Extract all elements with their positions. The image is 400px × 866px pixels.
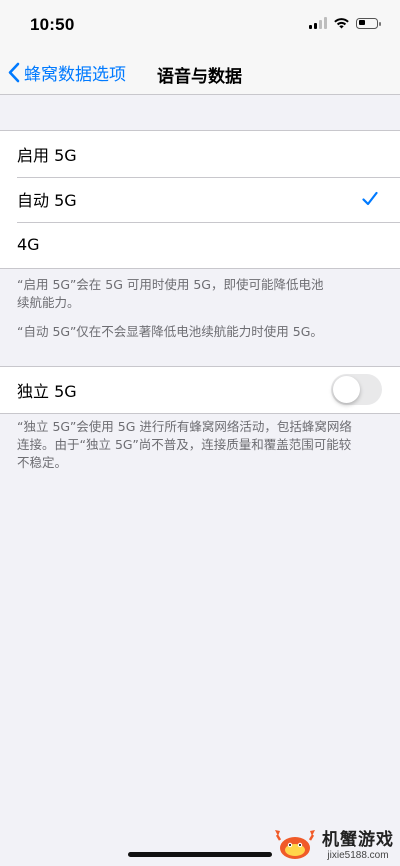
watermark: 机蟹游戏 jixie5188.com xyxy=(272,824,394,862)
page-title: 语音与数据 xyxy=(157,67,242,87)
description-line: 续航能力。 xyxy=(17,295,80,310)
battery-icon xyxy=(356,17,381,29)
standalone-5g-toggle[interactable] xyxy=(331,374,382,405)
description-line: “启用 5G”会在 5G 可用时使用 5G，即使可能降低电池 xyxy=(17,277,324,292)
network-mode-group: 启用 5G 自动 5G 4G xyxy=(0,130,400,269)
description-line: 连接。由于“独立 5G”尚不普及，连接质量和覆盖范围可能较 xyxy=(17,437,352,452)
standalone-5g-description: “独立 5G”会使用 5G 进行所有蜂窝网络活动，包括蜂窝网络 连接。由于“独立… xyxy=(17,418,377,472)
watermark-text: 机蟹游戏 jixie5188.com xyxy=(322,825,394,861)
option-4g[interactable]: 4G xyxy=(0,222,400,268)
option-auto-5g[interactable]: 自动 5G xyxy=(0,176,400,223)
home-indicator xyxy=(128,852,272,857)
description-line: “独立 5G”会使用 5G 进行所有蜂窝网络活动，包括蜂窝网络 xyxy=(17,419,352,434)
wifi-icon xyxy=(334,18,349,29)
status-bar: 10:50 xyxy=(0,0,400,50)
chevron-left-icon xyxy=(8,62,20,82)
status-time: 10:50 xyxy=(30,15,75,34)
watermark-title: 机蟹游戏 xyxy=(322,830,394,850)
standalone-5g-group: 独立 5G xyxy=(0,366,400,414)
option-enable-5g[interactable]: 启用 5G xyxy=(0,131,400,177)
standalone-5g-label: 独立 5G xyxy=(17,381,77,401)
back-button[interactable]: 蜂窝数据选项 xyxy=(8,57,126,87)
cellular-signal-icon xyxy=(309,17,327,29)
option-label: 4G xyxy=(17,235,40,255)
crab-logo-icon xyxy=(275,830,315,859)
back-button-label: 蜂窝数据选项 xyxy=(24,64,126,85)
description-line: 不稳定。 xyxy=(17,455,68,470)
description-line: “自动 5G”仅在不会显著降低电池续航能力时使用 5G。 xyxy=(17,324,323,339)
status-icons xyxy=(309,17,381,29)
navigation-bar: 蜂窝数据选项 语音与数据 xyxy=(0,50,400,95)
option-label: 启用 5G xyxy=(17,145,77,165)
checkmark-icon xyxy=(362,191,378,205)
standalone-5g-row: 独立 5G xyxy=(0,367,400,413)
enable-5g-description: “启用 5G”会在 5G 可用时使用 5G，即使可能降低电池 续航能力。 xyxy=(17,276,377,312)
auto-5g-description: “自动 5G”仅在不会显著降低电池续航能力时使用 5G。 xyxy=(17,323,377,341)
watermark-url: jixie5188.com xyxy=(327,850,389,861)
toggle-knob xyxy=(333,376,360,403)
option-label: 自动 5G xyxy=(17,191,77,211)
